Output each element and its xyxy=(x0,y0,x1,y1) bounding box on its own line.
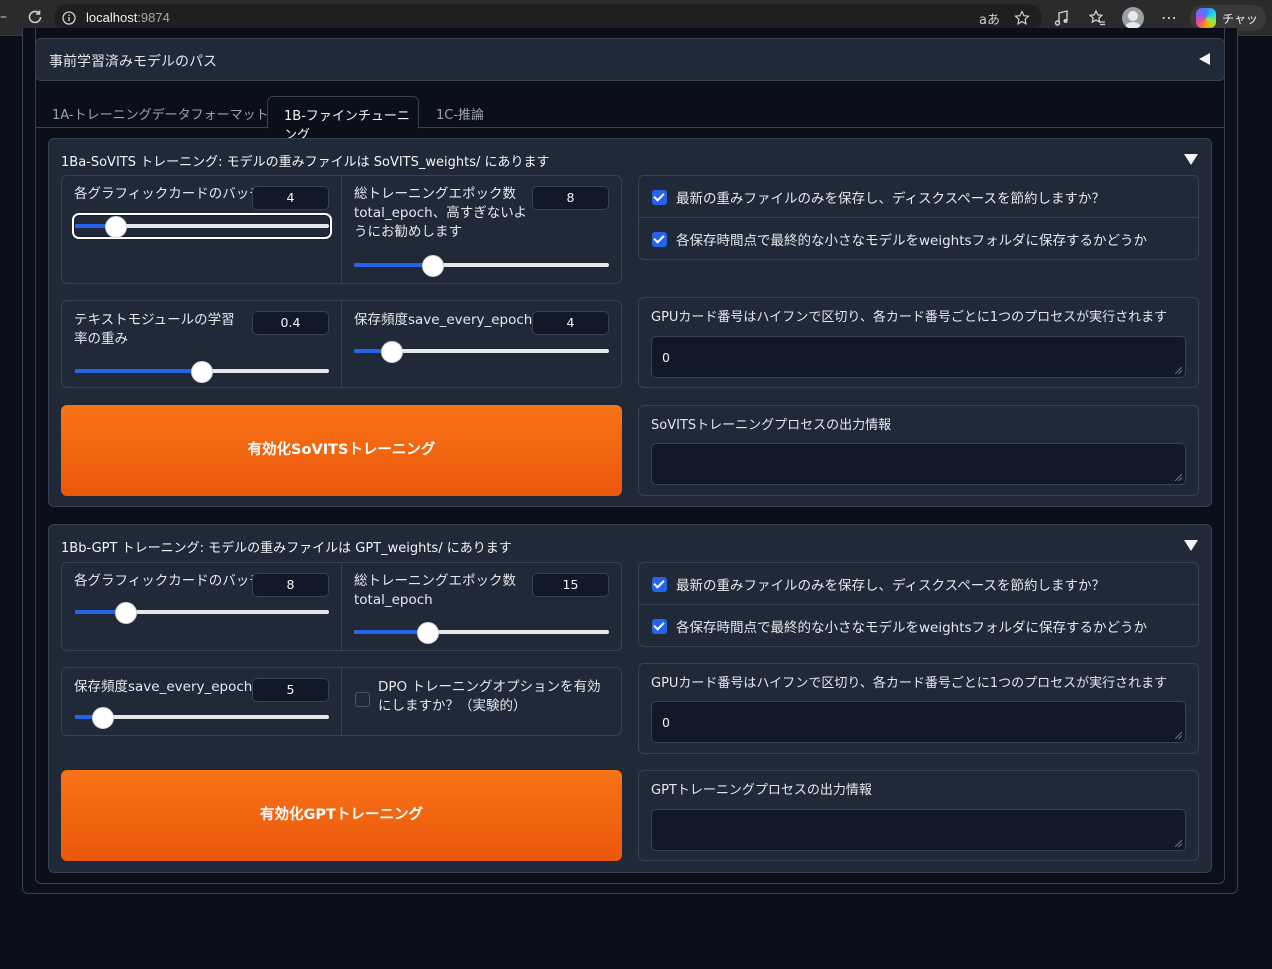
site-info-icon[interactable] xyxy=(62,11,76,25)
gpt-params-row1: 各グラフィックカードのバッチサイズ 8 総トレーニングエポック数 total_e… xyxy=(61,562,622,651)
collapse-arrow-icon[interactable] xyxy=(1184,154,1198,165)
sovits-save-freq-slider[interactable] xyxy=(354,341,609,363)
gpt-params-row2: 保存頻度save_every_epoch 5 DPO トレーニングオプションを有… xyxy=(61,667,622,736)
sovits-params-row1: 各グラフィックカードのバッチサイズ 4 総トレーニングエポック数 total_e… xyxy=(61,175,622,284)
gpt-save-freq-label: 保存頻度save_every_epoch xyxy=(74,679,253,695)
sovits-epoch-slider[interactable] xyxy=(354,255,609,277)
sovits-text-lr-slider[interactable] xyxy=(75,361,329,383)
gpt-save-weights-option[interactable]: 各保存時間点で最終的な小さなモデルをweightsフォルダに保存するかどうか xyxy=(639,605,1198,647)
checkbox-checked[interactable] xyxy=(652,619,667,634)
sovits-text-lr-label: テキストモジュールの学習率の重み xyxy=(74,312,235,347)
dpo-checkbox[interactable] xyxy=(355,692,370,707)
gpt-save-latest-option[interactable]: 最新の重みファイルのみを保存し、ディスクスペースを節約しますか？ xyxy=(639,563,1198,605)
gpt-epoch-input[interactable]: 15 xyxy=(532,573,609,597)
gpt-batch-input[interactable]: 8 xyxy=(252,573,329,597)
sovits-batch-slider[interactable] xyxy=(72,213,332,239)
gpt-batch-slider[interactable] xyxy=(75,602,329,624)
sovits-output-field: SoVITSトレーニングプロセスの出力情報 xyxy=(638,405,1199,496)
divider xyxy=(341,176,342,283)
reload-icon[interactable] xyxy=(26,8,44,26)
gpt-output-label: GPTトレーニングプロセスの出力情報 xyxy=(651,783,872,798)
favorite-star-icon[interactable] xyxy=(1014,10,1030,26)
divider xyxy=(341,563,342,650)
sovits-batch-input[interactable]: 4 xyxy=(252,186,329,210)
tab-inference[interactable]: 1C-推論 xyxy=(436,96,484,128)
sovits-epoch-input[interactable]: 8 xyxy=(532,186,609,210)
gpt-output-field: GPTトレーニングプロセスの出力情報 xyxy=(638,770,1199,861)
more-menu-icon[interactable]: ⋯ xyxy=(1161,8,1177,27)
favorites-icon[interactable] xyxy=(1088,9,1106,27)
read-aloud-icon[interactable]: aあ xyxy=(979,9,1000,28)
gpt-gpu-field: GPUカード番号はハイフンで区切り、各カード番号ごとに1つのプロセスが実行されま… xyxy=(638,663,1199,754)
sovits-params-row2: テキストモジュールの学習率の重み 0.4 保存頻度save_every_epoc… xyxy=(61,300,622,388)
url-text: localhost:9874 xyxy=(86,10,170,25)
back-icon[interactable]: – xyxy=(0,10,8,24)
sovits-output-label: SoVITSトレーニングプロセスの出力情報 xyxy=(651,418,892,433)
checkbox-checked[interactable] xyxy=(652,577,667,592)
copilot-icon xyxy=(1196,8,1216,28)
sovits-epoch-label: 総トレーニングエポック数 total_epoch、高すぎないようにお勧めします xyxy=(354,186,527,240)
start-gpt-training-button[interactable]: 有効化GPTトレーニング xyxy=(61,770,622,861)
gpt-gpu-input[interactable]: 0 xyxy=(651,701,1186,743)
sovits-save-latest-option[interactable]: 最新の重みファイルのみを保存し、ディスクスペースを節約しますか？ xyxy=(639,176,1198,218)
collapse-arrow-icon[interactable] xyxy=(1199,53,1210,65)
gpt-output-textarea[interactable] xyxy=(651,809,1186,851)
dpo-option-label: DPO トレーニングオプションを有効にしますか？（実験的） xyxy=(378,679,601,714)
accordion-title: 事前学習済みモデルのパス xyxy=(49,54,217,70)
sovits-save-freq-input[interactable]: 4 xyxy=(532,311,609,335)
gpt-gpu-label: GPUカード番号はハイフンで区切り、各カード番号ごとに1つのプロセスが実行されま… xyxy=(651,676,1168,691)
checkbox-checked[interactable] xyxy=(652,232,667,247)
sovits-save-weights-option[interactable]: 各保存時間点で最終的な小さなモデルをweightsフォルダに保存するかどうか xyxy=(639,218,1198,260)
sovits-panel-title: 1Ba-SoVITS トレーニング: モデルの重みファイルは SoVITS_we… xyxy=(61,155,550,170)
sovits-checkbox-group: 最新の重みファイルのみを保存し、ディスクスペースを節約しますか？ 各保存時間点で… xyxy=(638,175,1199,260)
divider xyxy=(341,301,342,387)
gpt-save-weights-label: 各保存時間点で最終的な小さなモデルをweightsフォルダに保存するかどうか xyxy=(676,620,1148,636)
divider xyxy=(341,668,342,735)
music-extension-icon[interactable] xyxy=(1053,9,1071,27)
sovits-text-lr-input[interactable]: 0.4 xyxy=(252,311,329,335)
profile-avatar[interactable] xyxy=(1122,7,1144,29)
start-sovits-training-button[interactable]: 有効化SoVITSトレーニング xyxy=(61,405,622,496)
gpt-save-freq-slider[interactable] xyxy=(75,707,329,729)
sovits-output-textarea[interactable] xyxy=(651,443,1186,485)
sovits-save-weights-label: 各保存時間点で最終的な小さなモデルをweightsフォルダに保存するかどうか xyxy=(676,233,1148,249)
sovits-save-freq-label: 保存頻度save_every_epoch xyxy=(354,312,533,328)
gpt-panel-title: 1Bb-GPT トレーニング: モデルの重みファイルは GPT_weights/… xyxy=(61,541,512,556)
tab-bar: 1A-トレーニングデータフォーマットツール 1B-ファインチューニング 1C-推… xyxy=(35,96,1225,143)
gpt-save-freq-input[interactable]: 5 xyxy=(252,678,329,702)
sovits-gpu-label: GPUカード番号はハイフンで区切り、各カード番号ごとに1つのプロセスが実行されま… xyxy=(651,310,1168,325)
checkbox-checked[interactable] xyxy=(652,190,667,205)
collapse-arrow-icon[interactable] xyxy=(1184,540,1198,551)
sovits-save-latest-label: 最新の重みファイルのみを保存し、ディスクスペースを節約しますか？ xyxy=(676,191,1106,207)
tab-finetune[interactable]: 1B-ファインチューニング xyxy=(267,96,419,143)
sovits-gpu-field: GPUカード番号はハイフンで区切り、各カード番号ごとに1つのプロセスが実行されま… xyxy=(638,297,1199,388)
gpt-save-latest-label: 最新の重みファイルのみを保存し、ディスクスペースを節約しますか？ xyxy=(676,578,1106,594)
gpt-checkbox-group: 最新の重みファイルのみを保存し、ディスクスペースを節約しますか？ 各保存時間点で… xyxy=(638,562,1199,647)
pretrained-model-path-accordion[interactable]: 事前学習済みモデルのパス xyxy=(35,38,1225,81)
sovits-gpu-input[interactable]: 0 xyxy=(651,336,1186,378)
gpt-epoch-label: 総トレーニングエポック数 total_epoch xyxy=(354,573,516,608)
gpt-epoch-slider[interactable] xyxy=(354,622,609,644)
